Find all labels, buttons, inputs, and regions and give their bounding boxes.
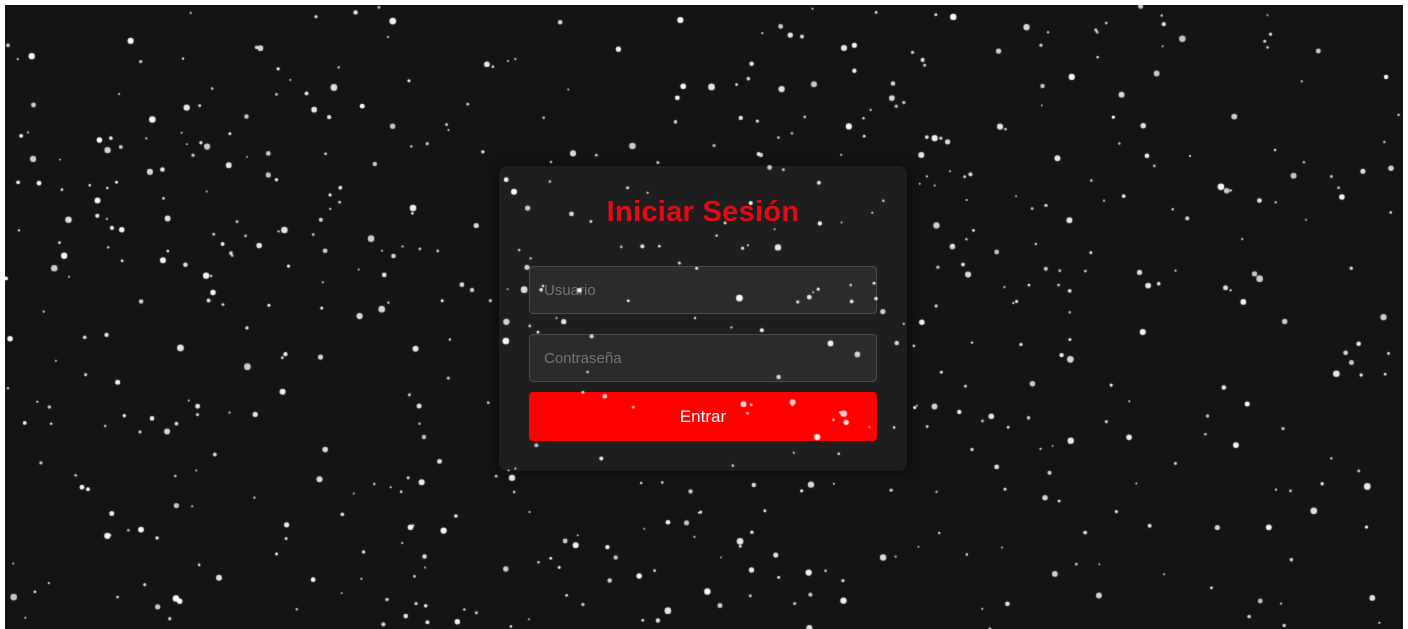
login-card: Iniciar Sesión Entrar: [499, 166, 907, 471]
page-background: Iniciar Sesión Entrar: [5, 5, 1403, 629]
login-title: Iniciar Sesión: [606, 196, 800, 228]
password-input[interactable]: [529, 334, 877, 382]
login-submit-button[interactable]: Entrar: [529, 392, 877, 441]
username-input[interactable]: [529, 266, 877, 314]
